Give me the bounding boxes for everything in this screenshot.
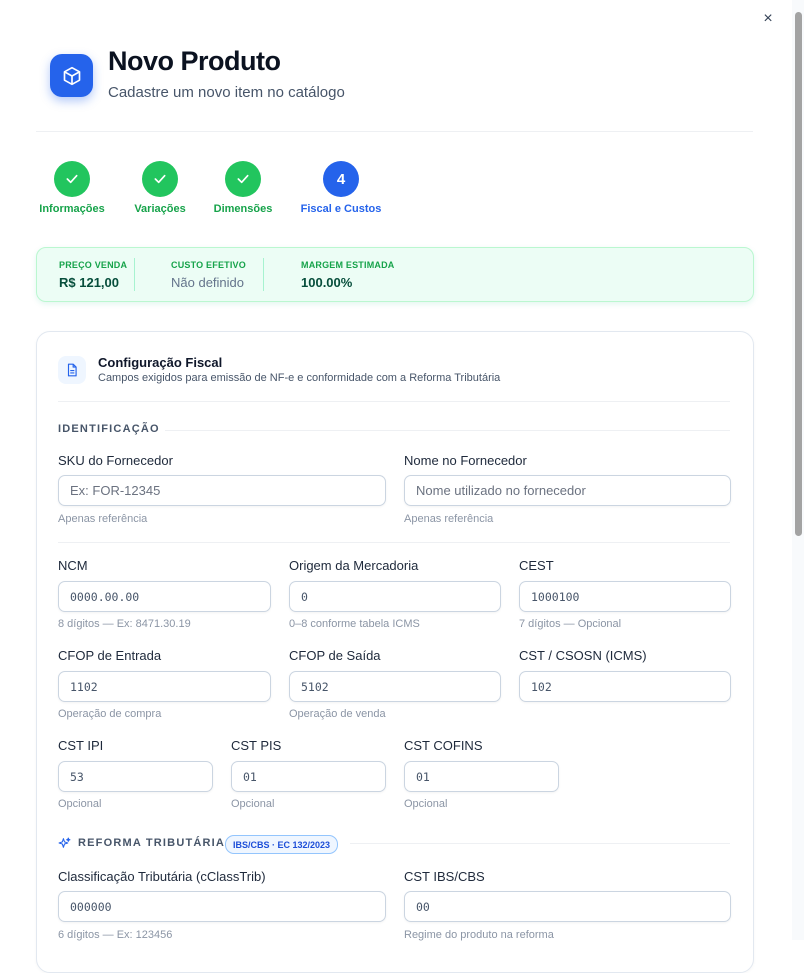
- card-divider: [58, 401, 730, 402]
- check-icon: [225, 161, 261, 197]
- summary-value: R$ 121,00: [59, 275, 119, 290]
- cost-summary: PREÇO VENDA R$ 121,00 CUSTO EFETIVO Não …: [36, 247, 754, 302]
- summary-preco: PREÇO VENDA R$ 121,00: [59, 260, 127, 290]
- cst-ibs-cbs-input[interactable]: 00: [404, 891, 731, 922]
- cst-cofins-label: CST COFINS: [404, 738, 483, 753]
- scrollbar-thumb[interactable]: [795, 12, 802, 536]
- summary-value: Não definido: [171, 275, 244, 290]
- step-label: Variações: [134, 203, 186, 215]
- cclasstrib-placeholder: 000000: [70, 899, 112, 914]
- cst-ibs-cbs-hint: Regime do produto na reforma: [404, 929, 554, 941]
- cst-ipi-placeholder: 53: [70, 769, 84, 784]
- cclasstrib-hint: 6 dígitos — Ex: 123456: [58, 929, 173, 941]
- origem-input[interactable]: 0: [289, 581, 501, 612]
- card-subtitle: Campos exigidos para emissão de NF-e e c…: [98, 372, 501, 384]
- page-subtitle: Cadastre um novo item no catálogo: [108, 84, 345, 101]
- section-line: [350, 843, 730, 844]
- step-label: Dimensões: [213, 203, 273, 215]
- package-icon: [50, 54, 93, 97]
- cst-ipi-label: CST IPI: [58, 738, 104, 753]
- cst-cofins-input[interactable]: 01: [404, 761, 559, 792]
- step-label: Fiscal e Custos: [300, 203, 382, 215]
- cfop-saida-hint: Operação de venda: [289, 708, 386, 720]
- sparkle-icon: [58, 837, 71, 855]
- cfop-entrada-label: CFOP de Entrada: [58, 648, 162, 663]
- summary-separator: [134, 258, 135, 291]
- nome-fornecedor-input[interactable]: Nome utilizado no fornecedor: [404, 475, 731, 506]
- step-variacoes[interactable]: Variações: [125, 161, 195, 215]
- step-number: 4: [323, 161, 359, 197]
- cfop-saida-input[interactable]: 5102: [289, 671, 501, 702]
- section-line: [165, 430, 730, 431]
- cfop-saida-placeholder: 5102: [301, 679, 329, 694]
- cst-ibs-cbs-placeholder: 00: [416, 899, 430, 914]
- summary-label: MARGEM ESTIMADA: [301, 260, 395, 270]
- cst-ibs-cbs-label: CST IBS/CBS: [404, 869, 485, 884]
- step-dimensoes[interactable]: Dimensões: [208, 161, 278, 215]
- cst-pis-hint: Opcional: [231, 798, 275, 810]
- cest-label: CEST: [519, 558, 554, 573]
- summary-value: 100.00%: [301, 275, 353, 290]
- check-icon: [142, 161, 178, 197]
- cst-ipi-hint: Opcional: [58, 798, 102, 810]
- cfop-saida-label: CFOP de Saída: [289, 648, 381, 663]
- summary-separator: [263, 258, 264, 291]
- header-divider: [36, 131, 753, 132]
- cst-pis-placeholder: 01: [243, 769, 257, 784]
- cfop-entrada-hint: Operação de compra: [58, 708, 162, 720]
- step-fiscal-custos[interactable]: 4 Fiscal e Custos: [296, 161, 386, 215]
- summary-label: CUSTO EFETIVO: [171, 260, 246, 270]
- ncm-input[interactable]: 0000.00.00: [58, 581, 271, 612]
- cclasstrib-label: Classificação Tributária (cClassTrib): [58, 869, 266, 884]
- scrollbar-track[interactable]: [792, 0, 804, 940]
- step-informacoes[interactable]: Informações: [37, 161, 107, 215]
- sku-hint: Apenas referência: [58, 513, 148, 525]
- sku-input[interactable]: Ex: FOR-12345: [58, 475, 386, 506]
- sku-label: SKU do Fornecedor: [58, 453, 173, 468]
- cst-cofins-placeholder: 01: [416, 769, 430, 784]
- close-icon[interactable]: ×: [761, 10, 775, 28]
- summary-label: PREÇO VENDA: [59, 260, 128, 270]
- cfop-entrada-input[interactable]: 1102: [58, 671, 271, 702]
- section-identificacao: IDENTIFICAÇÃO: [58, 423, 160, 435]
- cst-cofins-hint: Opcional: [404, 798, 448, 810]
- reform-badge: IBS/CBS · EC 132/2023: [225, 835, 339, 854]
- cst-pis-label: CST PIS: [231, 738, 282, 753]
- nome-fornecedor-hint: Apenas referência: [404, 513, 494, 525]
- sku-placeholder: Ex: FOR-12345: [70, 483, 161, 498]
- cst-ipi-input[interactable]: 53: [58, 761, 213, 792]
- cst-icms-label: CST / CSOSN (ICMS): [519, 648, 647, 663]
- document-icon: [58, 356, 86, 384]
- origem-placeholder: 0: [301, 589, 308, 604]
- page-title: Novo Produto: [108, 46, 281, 76]
- cst-pis-input[interactable]: 01: [231, 761, 386, 792]
- cfop-entrada-placeholder: 1102: [70, 679, 98, 694]
- nome-placeholder: Nome utilizado no fornecedor: [416, 483, 586, 498]
- summary-margem: MARGEM ESTIMADA 100.00%: [301, 260, 395, 290]
- step-label: Informações: [39, 203, 105, 215]
- cest-input[interactable]: 1000100: [519, 581, 731, 612]
- cest-placeholder: 1000100: [531, 589, 580, 604]
- section-divider: [58, 542, 730, 543]
- cclasstrib-input[interactable]: 000000: [58, 891, 386, 922]
- cest-hint: 7 dígitos — Opcional: [519, 618, 622, 630]
- nome-fornecedor-label: Nome no Fornecedor: [404, 453, 527, 468]
- cst-icms-placeholder: 102: [531, 679, 552, 694]
- ncm-hint: 8 dígitos — Ex: 8471.30.19: [58, 618, 191, 630]
- origem-hint: 0–8 conforme tabela ICMS: [289, 618, 420, 630]
- cst-icms-input[interactable]: 102: [519, 671, 731, 702]
- summary-custo: CUSTO EFETIVO Não definido: [171, 260, 246, 290]
- check-icon: [54, 161, 90, 197]
- origem-label: Origem da Mercadoria: [289, 558, 419, 573]
- ncm-label: NCM: [58, 558, 88, 573]
- section-reforma: REFORMA TRIBUTÁRIA: [78, 837, 226, 849]
- card-title: Configuração Fiscal: [98, 355, 223, 370]
- ncm-placeholder: 0000.00.00: [70, 589, 140, 604]
